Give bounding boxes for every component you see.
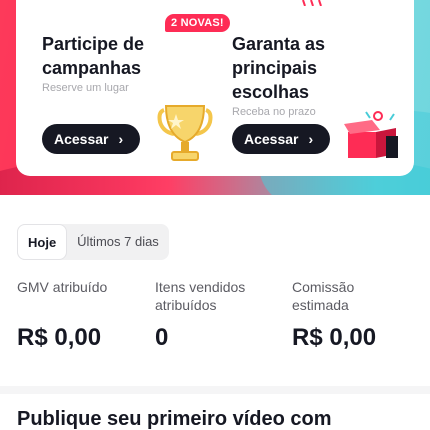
metric-gmv: GMV atribuído R$ 0,00 xyxy=(17,278,147,351)
campaigns-access-label: Acessar xyxy=(54,131,109,147)
period-tabs: Hoje Últimos 7 dias xyxy=(17,224,169,260)
top-picks-section: Garanta as principais escolhas Receba no… xyxy=(232,32,382,118)
metric-gmv-label: GMV atribuído xyxy=(17,279,108,295)
metric-commission: Comissão estimada R$ 0,00 xyxy=(292,278,402,351)
sparkle-decoration-icon xyxy=(302,0,322,6)
metric-items-sold-value: 0 xyxy=(155,324,169,351)
tab-today[interactable]: Hoje xyxy=(17,224,68,260)
metric-items-sold-label: Itens vendidos atribuídos xyxy=(155,279,246,313)
campaigns-title: Participe de campanhas xyxy=(42,34,145,78)
campaigns-subtitle: Reserve um lugar xyxy=(42,82,129,94)
publish-video-heading: Publique seu primeiro vídeo com xyxy=(17,408,332,430)
metric-commission-label: Comissão estimada xyxy=(292,279,355,313)
trophy-icon xyxy=(157,105,213,161)
campaign-card: 2 NOVAS! Participe de campanhas Reserve … xyxy=(16,0,414,176)
metric-items-sold: Itens vendidos atribuídos 0 xyxy=(155,278,265,351)
campaigns-section: Participe de campanhas Reserve um lugar xyxy=(42,32,192,94)
top-picks-title: Garanta as principais escolhas xyxy=(232,34,326,102)
chevron-right-icon: › xyxy=(118,131,124,147)
section-divider xyxy=(0,386,430,394)
top-picks-access-button[interactable]: Acessar › xyxy=(232,124,330,154)
metric-commission-value: R$ 0,00 xyxy=(292,324,377,351)
new-badge: 2 NOVAS! xyxy=(165,14,230,32)
campaigns-access-button[interactable]: Acessar › xyxy=(42,124,140,154)
metric-gmv-value: R$ 0,00 xyxy=(17,324,102,351)
top-picks-access-label: Acessar xyxy=(244,131,299,147)
chevron-right-icon: › xyxy=(308,131,314,147)
tab-last-7-days[interactable]: Últimos 7 dias xyxy=(67,224,169,260)
gift-box-icon xyxy=(344,111,398,158)
